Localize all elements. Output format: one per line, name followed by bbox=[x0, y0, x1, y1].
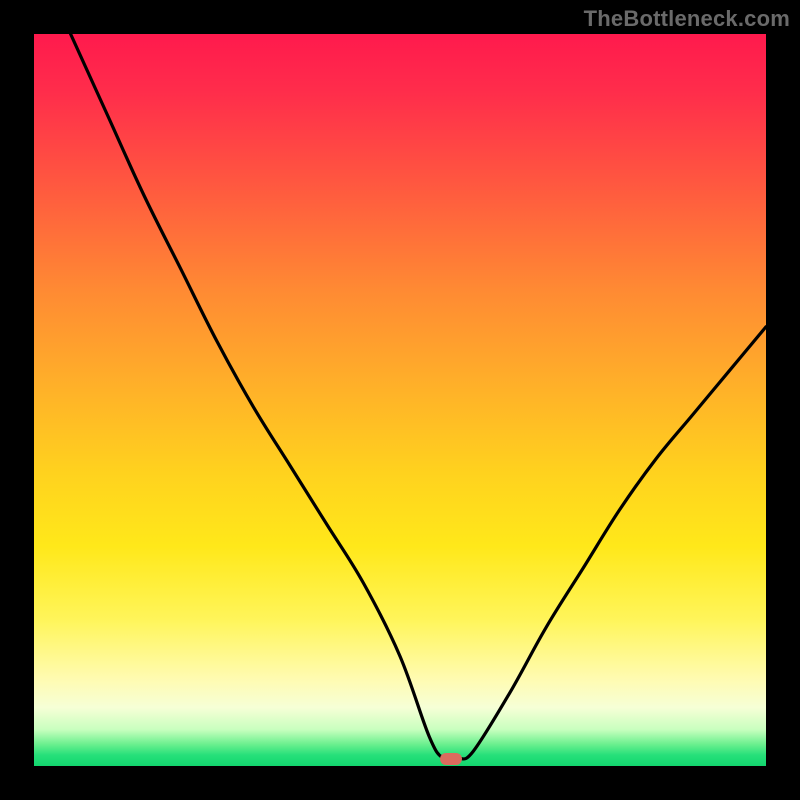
chart-frame: TheBottleneck.com bbox=[0, 0, 800, 800]
optimal-point-marker bbox=[440, 753, 462, 765]
plot-area bbox=[34, 34, 766, 766]
watermark-text: TheBottleneck.com bbox=[584, 6, 790, 32]
bottleneck-curve bbox=[34, 34, 766, 766]
